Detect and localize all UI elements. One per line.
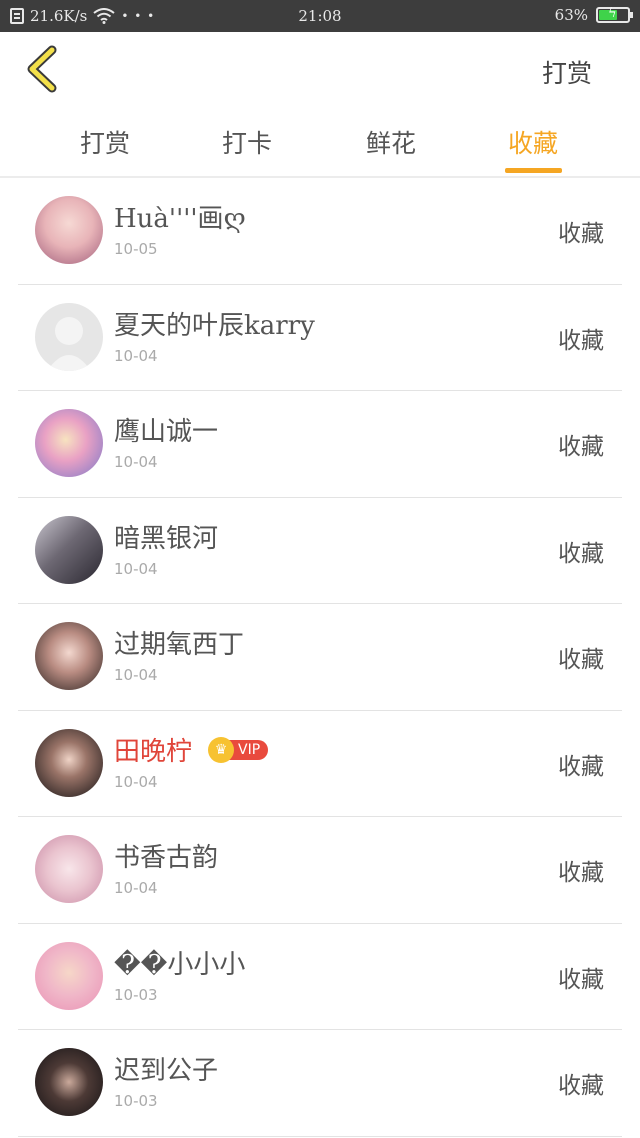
avatar[interactable] xyxy=(35,196,103,264)
clock: 21:08 xyxy=(298,7,342,25)
avatar[interactable] xyxy=(35,728,103,797)
user-name[interactable]: 鹰山诚一 xyxy=(114,411,218,448)
tab-checkin[interactable]: 打卡 xyxy=(197,124,297,160)
user-name[interactable]: 过期氧西丁 xyxy=(114,624,244,661)
crown-icon: ♛ xyxy=(208,736,234,763)
list-item[interactable]: Huà''''画ღ 10-05 收藏 xyxy=(18,178,622,285)
avatar[interactable] xyxy=(35,302,103,371)
avatar[interactable] xyxy=(35,941,103,1010)
list-item[interactable]: 过期氧西丁 10-04 收藏 xyxy=(18,604,622,711)
user-name[interactable]: 迟到公子 xyxy=(114,1050,218,1087)
avatar[interactable] xyxy=(35,515,103,584)
user-name[interactable]: 暗黑银河 xyxy=(114,518,218,555)
item-date: 10-05 xyxy=(114,240,158,258)
user-name[interactable]: Huà''''画ღ xyxy=(114,198,246,235)
tab-bar: 打赏 打卡 鲜花 收藏 xyxy=(0,112,640,178)
default-avatar-icon xyxy=(47,316,91,371)
avatar[interactable] xyxy=(35,1048,103,1116)
user-name[interactable]: 田晚柠 xyxy=(114,731,192,768)
list-item[interactable]: 夏天的叶辰karry 10-04 收藏 xyxy=(18,285,622,391)
item-date: 10-03 xyxy=(114,1092,158,1110)
user-name[interactable]: 书香古韵 xyxy=(114,837,218,874)
charging-icon: ϟ xyxy=(608,6,617,21)
list-item[interactable]: 暗黑银河 10-04 收藏 xyxy=(18,498,622,604)
item-date: 10-04 xyxy=(114,879,158,897)
vip-badge: ♛ VIP xyxy=(208,736,269,763)
action-label: 收藏 xyxy=(558,860,604,886)
active-tab-indicator xyxy=(505,168,562,173)
user-name[interactable]: ��小小小 xyxy=(114,944,245,981)
tab-favorites[interactable]: 收藏 xyxy=(483,124,583,160)
status-bar: 21.6K/s • • • 21:08 63% ϟ xyxy=(0,0,640,32)
action-label: 收藏 xyxy=(558,966,604,993)
reward-button[interactable]: 打赏 xyxy=(542,54,592,90)
tab-reward[interactable]: 打赏 xyxy=(55,124,155,160)
item-date: 10-04 xyxy=(114,453,158,471)
action-label: 收藏 xyxy=(558,1073,604,1099)
header: 打赏 xyxy=(0,32,640,110)
action-label: 收藏 xyxy=(558,434,604,460)
action-label: 收藏 xyxy=(558,753,604,780)
action-label: 收藏 xyxy=(558,647,604,673)
avatar[interactable] xyxy=(35,622,103,690)
tab-flowers[interactable]: 鲜花 xyxy=(341,124,441,160)
user-name[interactable]: 夏天的叶辰karry xyxy=(114,305,315,342)
action-label: 收藏 xyxy=(558,221,604,247)
item-date: 10-04 xyxy=(114,559,158,578)
favorites-list: Huà''''画ღ 10-05 收藏 夏天的叶辰karry 10-04 收藏 鹰… xyxy=(0,178,640,1137)
item-date: 10-04 xyxy=(114,346,158,365)
item-date: 10-04 xyxy=(114,772,158,791)
item-date: 10-04 xyxy=(114,666,158,684)
battery-icon: ϟ xyxy=(596,6,633,23)
list-item[interactable]: 鹰山诚一 10-04 收藏 xyxy=(18,391,622,498)
list-item[interactable]: 书香古韵 10-04 收藏 xyxy=(18,817,622,924)
list-item[interactable]: 迟到公子 10-03 收藏 xyxy=(18,1030,622,1137)
list-item[interactable]: 田晚柠 ♛ VIP 10-04 收藏 xyxy=(18,711,622,817)
list-item[interactable]: ��小小小 10-03 收藏 xyxy=(18,924,622,1030)
avatar[interactable] xyxy=(35,409,103,477)
action-label: 收藏 xyxy=(558,540,604,567)
item-date: 10-03 xyxy=(114,985,158,1004)
chevron-left-icon[interactable] xyxy=(22,44,62,94)
avatar[interactable] xyxy=(35,835,103,903)
battery-percent: 63% xyxy=(554,6,588,24)
action-label: 收藏 xyxy=(558,327,604,354)
